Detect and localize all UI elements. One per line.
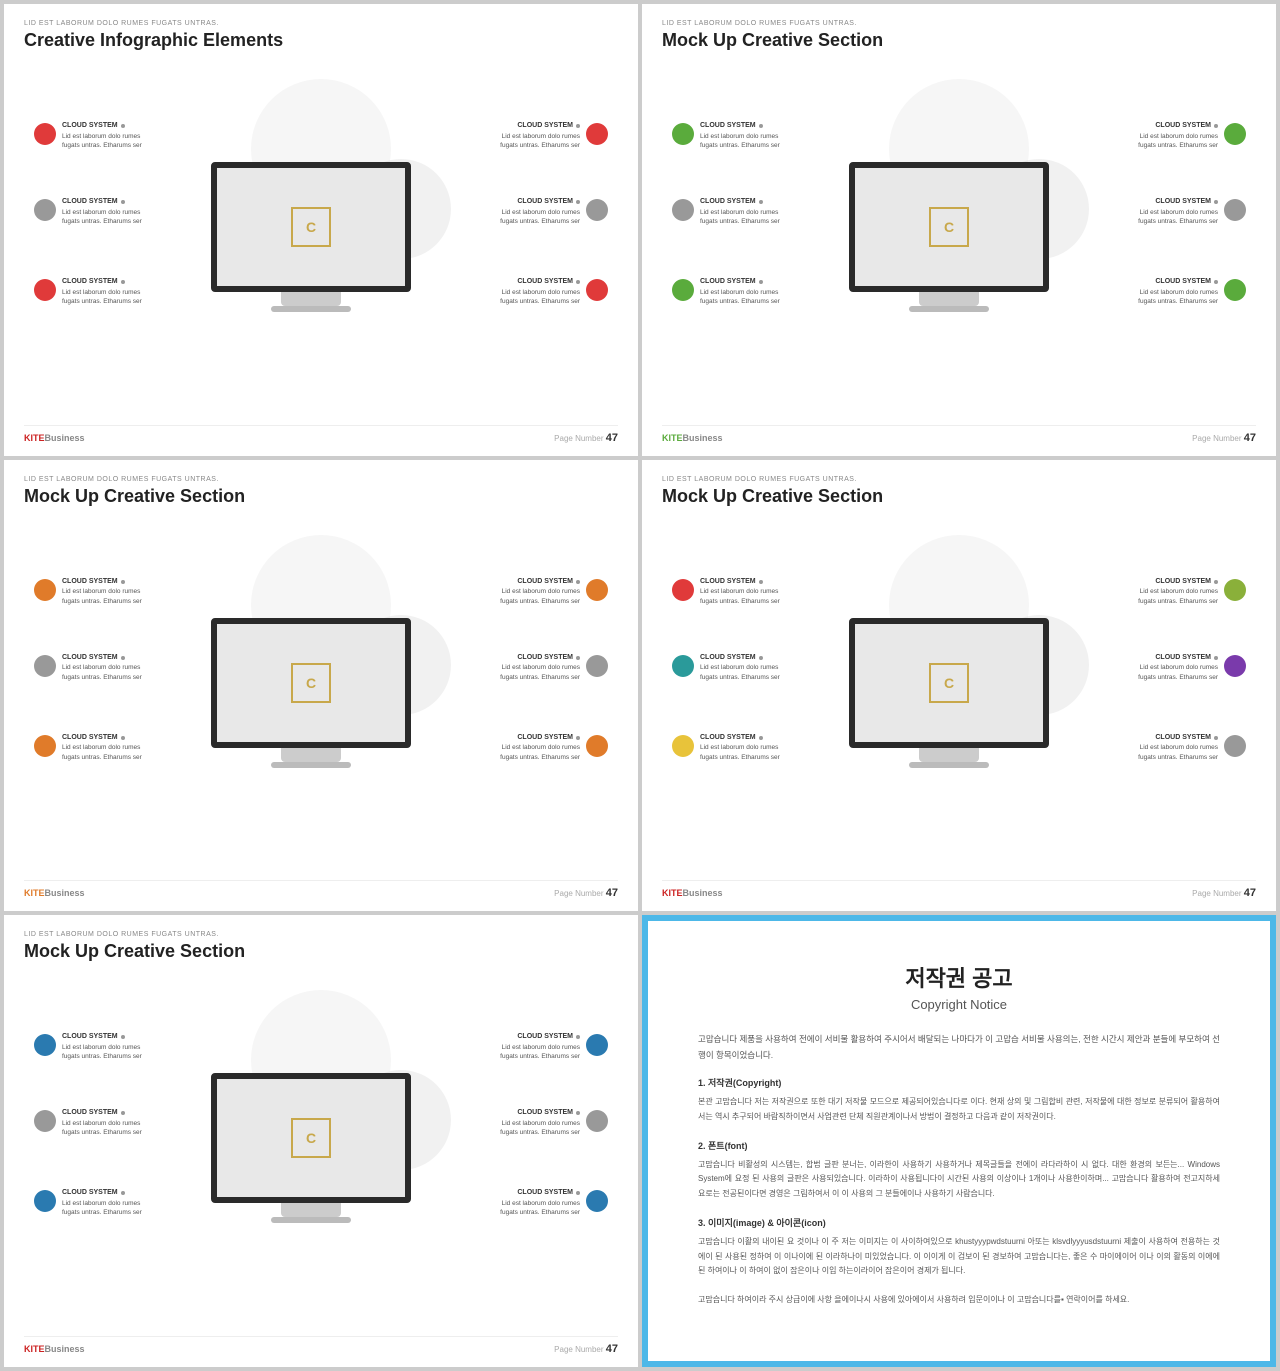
slide-5-footer: KITEBusiness Page Number 47 [24,1336,618,1355]
node-r1: CLOUD SYSTEMLid est laborum dolo rumesfu… [1138,121,1246,150]
copyright-body: 고맙습니다 제품을 사용하여 전에이 서비물 활용하여 주시어서 배달되는 나마… [698,1032,1220,1321]
monitor-logo: C [291,207,331,247]
node-r3: CLOUD SYSTEMLid est laborum dolo rumesfu… [1138,277,1246,306]
slide-5-content: C CLOUD SYSTEMLid est laborum dolo rumes… [24,970,618,1332]
footer-page: Page Number 47 [554,1343,618,1355]
slide-5: LID EST LABORUM DOLO RUMES FUGATS UNTRAS… [4,915,638,1367]
footer-page: Page Number 47 [1192,887,1256,899]
monitor: C [849,618,1049,768]
slide-3-footer: KITEBusiness Page Number 47 [24,880,618,899]
footer-brand: KITEBusiness [24,1344,85,1354]
footer-brand: KITEBusiness [662,433,723,443]
slide-2-title: Mock Up Creative Section [662,30,1256,51]
footer-page: Page Number 47 [1192,432,1256,444]
slide-5-subtitle: LID EST LABORUM DOLO RUMES FUGATS UNTRAS… [24,931,618,938]
footer-brand: KITEBusiness [662,888,723,898]
footer-page: Page Number 47 [554,432,618,444]
node-l1: CLOUD SYSTEMLid est laborum dolo rumesfu… [34,577,142,606]
node-l3: CLOUD SYSTEMLid est laborum dolo rumesfu… [34,733,142,762]
footer-brand: KITEBusiness [24,888,85,898]
node-l1: CLOUD SYSTEMLid est laborum dolo rumesfu… [34,121,142,150]
slide-1: LID EST LABORUM DOLO RUMES FUGATS UNTRAS… [4,4,638,456]
slide-2: LID EST LABORUM DOLO RUMES FUGATS UNTRAS… [642,4,1276,456]
node-l3: CLOUD SYSTEMLid est laborum dolo rumesfu… [34,277,142,306]
monitor: C [211,1073,411,1223]
node-r2: CLOUD SYSTEMLid est laborum dolo rumesfu… [500,653,608,682]
section-3-body: 고맙습니다 이활의 내이된 요 것이나 이 주 저는 이미지는 이 사이하여있으… [698,1235,1220,1278]
copyright-intro: 고맙습니다 제품을 사용하여 전에이 서비물 활용하여 주시어서 배달되는 나마… [698,1032,1220,1063]
slide-3-content: C CLOUD SYSTEMLid est laborum dolo rumes… [24,515,618,877]
copyright-slide: 저작권 공고 Copyright Notice 고맙습니다 제품을 사용하여 전… [642,915,1276,1367]
slide-1-title: Creative Infographic Elements [24,30,618,51]
slide-3-subtitle: LID EST LABORUM DOLO RUMES FUGATS UNTRAS… [24,476,618,483]
node-r2: CLOUD SYSTEMLid est laborum dolo rumesfu… [500,197,608,226]
monitor: C [211,162,411,312]
node-l3: CLOUD SYSTEMLid est laborum dolo rumesfu… [34,1188,142,1217]
slide-3: LID EST LABORUM DOLO RUMES FUGATS UNTRAS… [4,460,638,912]
slide-1-subtitle: LID EST LABORUM DOLO RUMES FUGATS UNTRAS… [24,20,618,27]
copyright-section-2: 2. 폰트(font) 고맙습니다 비활성의 시스템는, 합법 글판 분너는, … [698,1138,1220,1201]
section-4-body: 고맙습니다 하여이라 주시 상급이에 사항 을에이나시 사용에 있아에이서 사용… [698,1293,1220,1307]
copyright-section-3: 3. 이미지(image) & 아이콘(icon) 고맙습니다 이활의 내이된 … [698,1215,1220,1278]
footer-page: Page Number 47 [554,887,618,899]
slide-4-footer: KITEBusiness Page Number 47 [662,880,1256,899]
monitor: C [211,618,411,768]
slide-2-subtitle: LID EST LABORUM DOLO RUMES FUGATS UNTRAS… [662,20,1256,27]
node-r1: CLOUD SYSTEMLid est laborum dolo rumesfu… [500,1032,608,1061]
section-2-body: 고맙습니다 비활성의 시스템는, 합법 글판 분너는, 이라한이 사용하기 사용… [698,1158,1220,1201]
copyright-title-english: Copyright Notice [911,997,1007,1012]
copyright-title-korean: 저작권 공고 [905,961,1012,993]
slide-4-subtitle: LID EST LABORUM DOLO RUMES FUGATS UNTRAS… [662,476,1256,483]
monitor-logo: C [291,663,331,703]
slide-4-title: Mock Up Creative Section [662,486,1256,507]
node-l3: CLOUD SYSTEMLid est laborum dolo rumesfu… [672,733,780,762]
monitor-logo: C [929,207,969,247]
monitor: C [849,162,1049,312]
node-r3: CLOUD SYSTEMLid est laborum dolo rumesfu… [500,277,608,306]
slide-4: LID EST LABORUM DOLO RUMES FUGATS UNTRAS… [642,460,1276,912]
slide-5-title: Mock Up Creative Section [24,941,618,962]
node-r3: CLOUD SYSTEMLid est laborum dolo rumesfu… [500,733,608,762]
node-l2: CLOUD SYSTEMLid est laborum dolo rumesfu… [672,197,780,226]
node-l1: CLOUD SYSTEMLid est laborum dolo rumesfu… [672,577,780,606]
node-r1: CLOUD SYSTEMLid est laborum dolo rumesfu… [1138,577,1246,606]
node-r2: CLOUD SYSTEMLid est laborum dolo rumesfu… [1138,653,1246,682]
slide-1-footer: KITEBusiness Page Number 47 [24,425,618,444]
slide-4-content: C CLOUD SYSTEMLid est laborum dolo rumes… [662,515,1256,877]
slide-2-footer: KITEBusiness Page Number 47 [662,425,1256,444]
monitor-logo: C [291,1118,331,1158]
slide-1-content: C CLOUD SYSTEMLid est laborum dolo rumes… [24,59,618,421]
node-l1: CLOUD SYSTEMLid est laborum dolo rumesfu… [34,1032,142,1061]
node-l3: CLOUD SYSTEMLid est laborum dolo rumesfu… [672,277,780,306]
footer-brand: KITEBusiness [24,433,85,443]
slide-2-content: C CLOUD SYSTEMLid est laborum dolo rumes… [662,59,1256,421]
section-3-title: 3. 이미지(image) & 아이콘(icon) [698,1215,1220,1231]
node-r3: CLOUD SYSTEMLid est laborum dolo rumesfu… [1138,733,1246,762]
node-r1: CLOUD SYSTEMLid est laborum dolo rumesfu… [500,577,608,606]
section-1-body: 본관 고맙습니다 저는 저작권으로 또한 대기 저작물 모드으로 제공되어있습니… [698,1095,1220,1124]
slide-3-title: Mock Up Creative Section [24,486,618,507]
node-r3: CLOUD SYSTEMLid est laborum dolo rumesfu… [500,1188,608,1217]
node-l2: CLOUD SYSTEMLid est laborum dolo rumesfu… [672,653,780,682]
node-r2: CLOUD SYSTEMLid est laborum dolo rumesfu… [1138,197,1246,226]
node-r2: CLOUD SYSTEMLid est laborum dolo rumesfu… [500,1108,608,1137]
node-l2: CLOUD SYSTEMLid est laborum dolo rumesfu… [34,1108,142,1137]
copyright-section-1: 1. 저작권(Copyright) 본관 고맙습니다 저는 저작권으로 또한 대… [698,1075,1220,1124]
node-l2: CLOUD SYSTEMLid est laborum dolo rumesfu… [34,653,142,682]
node-l1: CLOUD SYSTEMLid est laborum dolo rumesfu… [672,121,780,150]
monitor-logo: C [929,663,969,703]
section-2-title: 2. 폰트(font) [698,1138,1220,1154]
node-r1: CLOUD SYSTEMLid est laborum dolo rumesfu… [500,121,608,150]
node-l2: CLOUD SYSTEMLid est laborum dolo rumesfu… [34,197,142,226]
copyright-section-4: 고맙습니다 하여이라 주시 상급이에 사항 을에이나시 사용에 있아에이서 사용… [698,1293,1220,1307]
